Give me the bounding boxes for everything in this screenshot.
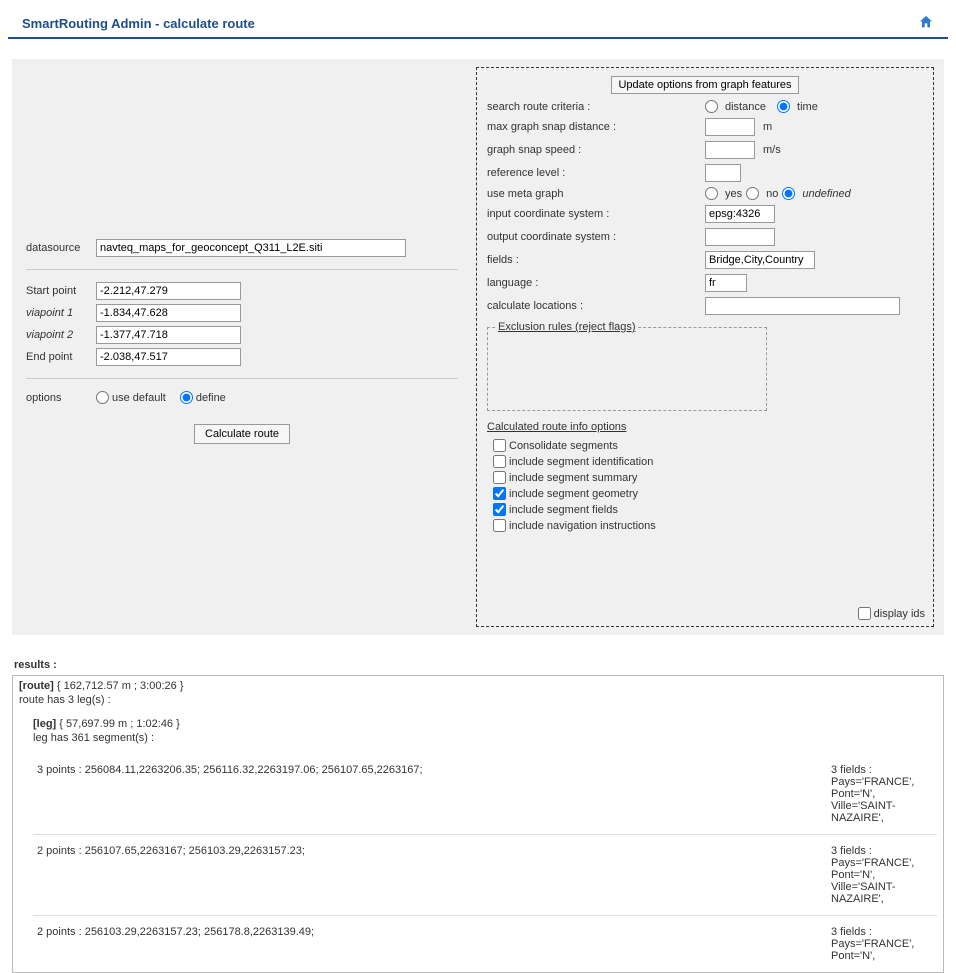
fields-label: fields :	[487, 254, 705, 266]
end-point-label: End point	[26, 351, 96, 363]
leg-summary: { 57,697.99 m ; 1:02:46 }	[59, 718, 179, 730]
page-header: SmartRouting Admin - calculate route	[8, 8, 948, 39]
seg-geometry-label: include segment geometry	[509, 488, 638, 500]
segment-fields: 3 fields : Pays='FRANCE', Pont='N', Vill…	[827, 754, 937, 835]
snap-speed-label: graph snap speed :	[487, 144, 705, 156]
fields-input[interactable]	[705, 251, 815, 269]
nav-instr-checkbox[interactable]	[493, 519, 506, 532]
seg-summary-label: include segment summary	[509, 472, 637, 484]
viapoint2-label: viapoint 2	[26, 329, 96, 341]
table-row: 2 points : 256107.65,2263167; 256103.29,…	[33, 835, 937, 916]
home-icon[interactable]	[918, 14, 934, 33]
start-point-label: Start point	[26, 285, 96, 297]
distance-label: distance	[725, 101, 766, 113]
seg-summary-checkbox[interactable]	[493, 471, 506, 484]
max-snap-input[interactable]	[705, 118, 755, 136]
table-row: 2 points : 256103.29,2263157.23; 256178.…	[33, 916, 937, 973]
route-summary: { 162,712.57 m ; 3:00:26 }	[57, 680, 184, 692]
seg-ident-label: include segment identification	[509, 456, 653, 468]
language-label: language :	[487, 277, 705, 289]
table-row: 3 points : 256084.11,2263206.35; 256116.…	[33, 754, 937, 835]
seg-geometry-checkbox[interactable]	[493, 487, 506, 500]
meta-undefined-radio[interactable]	[782, 187, 795, 200]
calc-loc-label: calculate locations :	[487, 300, 705, 312]
segments-table: 3 points : 256084.11,2263206.35; 256116.…	[33, 754, 937, 972]
define-radio[interactable]	[180, 391, 193, 404]
max-snap-unit: m	[763, 121, 772, 133]
meta-yes-label: yes	[725, 188, 742, 200]
exclusion-rules-legend: Exclusion rules (reject flags)	[496, 321, 638, 333]
segment-fields: 3 fields : Pays='FRANCE', Pont='N', Vill…	[827, 835, 937, 916]
leg-segments-count: leg has 361 segment(s) :	[33, 732, 937, 744]
datasource-label: datasource	[26, 242, 96, 254]
options-label: options	[26, 392, 96, 404]
max-snap-label: max graph snap distance :	[487, 121, 705, 133]
segment-points: 2 points : 256107.65,2263167; 256103.29,…	[33, 835, 827, 916]
search-criteria-label: search route criteria :	[487, 101, 705, 113]
define-label: define	[196, 392, 226, 404]
language-input[interactable]	[705, 274, 747, 292]
segment-fields: 3 fields : Pays='FRANCE', Pont='N',	[827, 916, 937, 973]
calculated-info-header: Calculated route info options	[487, 421, 923, 433]
consolidate-label: Consolidate segments	[509, 440, 618, 452]
page-title: SmartRouting Admin - calculate route	[22, 16, 255, 31]
input-cs-label: input coordinate system :	[487, 208, 705, 220]
route-input-panel: datasource Start point viapoint 1 viapoi…	[12, 59, 472, 635]
start-point-input[interactable]	[96, 282, 241, 300]
snap-speed-unit: m/s	[763, 144, 781, 156]
viapoint1-input[interactable]	[96, 304, 241, 322]
results-box: [route] { 162,712.57 m ; 3:00:26 } route…	[12, 675, 944, 973]
time-radio[interactable]	[777, 100, 790, 113]
exclusion-rules-fieldset: Exclusion rules (reject flags)	[487, 321, 767, 411]
meta-no-label: no	[766, 188, 778, 200]
main-content: datasource Start point viapoint 1 viapoi…	[0, 39, 956, 645]
display-ids-checkbox[interactable]	[858, 607, 871, 620]
meta-undefined-label: undefined	[802, 188, 850, 200]
use-meta-label: use meta graph	[487, 188, 705, 200]
viapoint1-label: viapoint 1	[26, 307, 96, 319]
input-cs-input[interactable]	[705, 205, 775, 223]
consolidate-checkbox[interactable]	[493, 439, 506, 452]
seg-ident-checkbox[interactable]	[493, 455, 506, 468]
time-label: time	[797, 101, 818, 113]
output-cs-label: output coordinate system :	[487, 231, 705, 243]
seg-fields-checkbox[interactable]	[493, 503, 506, 516]
seg-fields-label: include segment fields	[509, 504, 618, 516]
results-header: results :	[14, 659, 956, 671]
meta-no-radio[interactable]	[746, 187, 759, 200]
options-panel: Update options from graph features searc…	[472, 59, 944, 635]
distance-radio[interactable]	[705, 100, 718, 113]
meta-yes-radio[interactable]	[705, 187, 718, 200]
display-ids-label: display ids	[874, 608, 925, 620]
calc-loc-input[interactable]	[705, 297, 900, 315]
use-default-label: use default	[112, 392, 166, 404]
end-point-input[interactable]	[96, 348, 241, 366]
viapoint2-input[interactable]	[96, 326, 241, 344]
update-options-button[interactable]: Update options from graph features	[611, 76, 798, 94]
route-legs-count: route has 3 leg(s) :	[19, 694, 937, 706]
calculate-route-button[interactable]: Calculate route	[194, 424, 290, 444]
route-tag: [route]	[19, 680, 54, 692]
ref-level-input[interactable]	[705, 164, 741, 182]
use-default-radio[interactable]	[96, 391, 109, 404]
segment-points: 3 points : 256084.11,2263206.35; 256116.…	[33, 754, 827, 835]
datasource-input[interactable]	[96, 239, 406, 257]
nav-instr-label: include navigation instructions	[509, 520, 656, 532]
ref-level-label: reference level :	[487, 167, 705, 179]
output-cs-input[interactable]	[705, 228, 775, 246]
leg-tag: [leg]	[33, 718, 56, 730]
segment-points: 2 points : 256103.29,2263157.23; 256178.…	[33, 916, 827, 973]
snap-speed-input[interactable]	[705, 141, 755, 159]
